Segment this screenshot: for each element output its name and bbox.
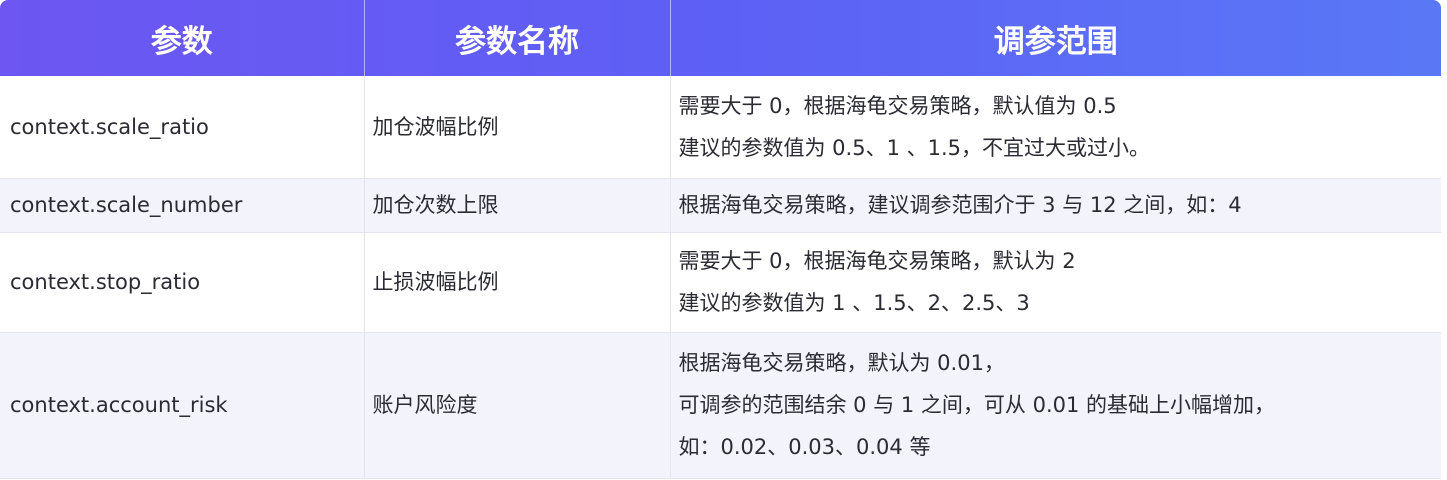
param-name-cell: 加仓次数上限 — [364, 178, 671, 233]
table-row: context.stop_ratio 止损波幅比例 需要大于 0，根据海龟交易策… — [0, 232, 1441, 333]
range-cell: 根据海龟交易策略，默认为 0.01， 可调参的范围结余 0 与 1 之间，可从 … — [670, 332, 1441, 479]
param-cell: context.account_risk — [0, 332, 365, 479]
range-line: 根据海龟交易策略，默认为 0.01， — [678, 351, 1005, 375]
range-line: 可调参的范围结余 0 与 1 之间，可从 0.01 的基础上小幅增加， — [678, 393, 1276, 417]
param-cell: context.stop_ratio — [0, 232, 365, 333]
header-param-name: 参数名称 — [364, 0, 671, 76]
table-row: context.scale_ratio 加仓波幅比例 需要大于 0，根据海龟交易… — [0, 76, 1441, 179]
range-line: 建议的参数值为 0.5、1 、1.5，不宜过大或过小。 — [678, 135, 1151, 160]
header-range: 调参范围 — [993, 23, 1118, 60]
range-cell: 需要大于 0，根据海龟交易策略，默认值为 0.5 建议的参数值为 0.5、1 、… — [670, 76, 1441, 179]
range-cell: 需要大于 0，根据海龟交易策略，默认为 2 建议的参数值为 1 、1.5、2、2… — [670, 232, 1441, 333]
table-header-row: 参数 参数名称 调参范围 — [0, 0, 1441, 76]
parameter-table-container: 参数 参数名称 调参范围 context.scale_ratio 加仓波幅比例 … — [0, 0, 1441, 480]
header-param: 参数 — [0, 0, 365, 76]
param-name-cell: 加仓波幅比例 — [364, 76, 671, 179]
range-line: 根据海龟交易策略，建议调参范围介于 3 与 12 之间，如：4 — [678, 193, 1242, 217]
param-cell: context.scale_number — [0, 178, 365, 233]
table-row: context.account_risk 账户风险度 根据海龟交易策略，默认为 … — [0, 332, 1441, 479]
param-name-cell: 账户风险度 — [364, 332, 671, 479]
table-row: context.scale_number 加仓次数上限 根据海龟交易策略，建议调… — [0, 178, 1441, 233]
parameter-table: 参数 参数名称 调参范围 context.scale_ratio 加仓波幅比例 … — [0, 0, 1441, 479]
range-line: 需要大于 0，根据海龟交易策略，默认值为 0.5 — [678, 93, 1117, 118]
range-line: 需要大于 0，根据海龟交易策略，默认为 2 — [678, 249, 1076, 273]
range-line: 建议的参数值为 1 、1.5、2、2.5、3 — [678, 291, 1030, 315]
range-line: 如：0.02、0.03、0.04 等 — [678, 435, 931, 459]
range-cell: 根据海龟交易策略，建议调参范围介于 3 与 12 之间，如：4 — [670, 178, 1441, 233]
param-name-cell: 止损波幅比例 — [364, 232, 671, 333]
param-cell: context.scale_ratio — [0, 76, 365, 179]
